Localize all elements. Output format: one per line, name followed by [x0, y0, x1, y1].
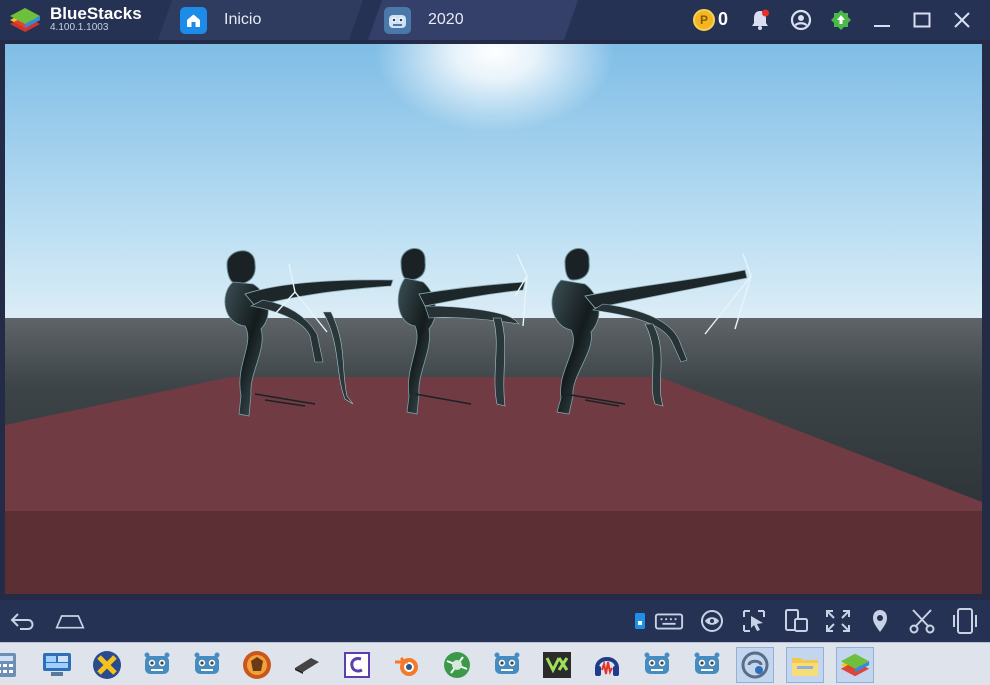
location-icon[interactable]: [865, 607, 895, 635]
godot-icon[interactable]: [488, 647, 526, 683]
coin-icon[interactable]: P: [693, 9, 715, 31]
game-scene: [5, 44, 982, 594]
android-nav-bar: [0, 600, 990, 642]
blender-icon[interactable]: [388, 647, 426, 683]
globe-app-icon[interactable]: [438, 647, 476, 683]
remote-desktop-icon[interactable]: [38, 647, 76, 683]
wolf-app-icon[interactable]: [238, 647, 276, 683]
floor-front-face: [5, 511, 982, 594]
app-version: 4.100.1.1003: [50, 22, 109, 33]
maximize-icon[interactable]: [910, 8, 934, 32]
keymap-icon[interactable]: [654, 607, 684, 635]
tab-home[interactable]: Inicio: [158, 0, 363, 40]
chat-icon[interactable]: [736, 647, 774, 683]
minimize-icon[interactable]: [870, 8, 894, 32]
bluestacks-logo-icon: [10, 8, 40, 32]
x-app-icon[interactable]: [88, 647, 126, 683]
windows-taskbar: [0, 642, 990, 685]
title-bar: BlueStacks 4.100.1.1003 Inicio 2020 P 0: [0, 0, 990, 40]
bluestacks-icon[interactable]: [836, 647, 874, 683]
godot-icon[interactable]: [138, 647, 176, 683]
brand: BlueStacks 4.100.1.1003: [0, 0, 160, 40]
calculator-icon[interactable]: [0, 647, 24, 683]
fullscreen-icon[interactable]: [823, 607, 853, 635]
home-icon: [180, 7, 207, 34]
home-nav-icon[interactable]: [55, 607, 85, 635]
tab-game-label: 2020: [428, 11, 464, 28]
godot-icon[interactable]: [688, 647, 726, 683]
cursor-icon[interactable]: [739, 607, 769, 635]
tablet-icon[interactable]: [288, 647, 326, 683]
tab-home-label: Inicio: [224, 11, 262, 28]
godot-icon[interactable]: [188, 647, 226, 683]
godot-icon: [384, 7, 411, 34]
file-explorer-icon[interactable]: [786, 647, 824, 683]
audacity-icon[interactable]: [588, 647, 626, 683]
update-icon[interactable]: [829, 8, 853, 32]
phone-icon[interactable]: [950, 607, 980, 635]
close-icon[interactable]: [950, 8, 974, 32]
game-viewport[interactable]: [5, 44, 982, 594]
bluestacks-window: BlueStacks 4.100.1.1003 Inicio 2020 P 0: [0, 0, 990, 685]
back-icon[interactable]: [8, 607, 38, 635]
account-icon[interactable]: [789, 8, 813, 32]
vox-icon[interactable]: [538, 647, 576, 683]
scissors-icon[interactable]: [907, 607, 937, 635]
godot-icon[interactable]: [638, 647, 676, 683]
tab-game[interactable]: 2020: [368, 0, 578, 40]
eye-icon[interactable]: [697, 607, 727, 635]
app-name: BlueStacks: [50, 4, 142, 23]
coin-count: 0: [718, 9, 729, 29]
code-editor-icon[interactable]: [338, 647, 376, 683]
rotate-icon[interactable]: [781, 607, 811, 635]
bell-icon[interactable]: [748, 8, 772, 32]
